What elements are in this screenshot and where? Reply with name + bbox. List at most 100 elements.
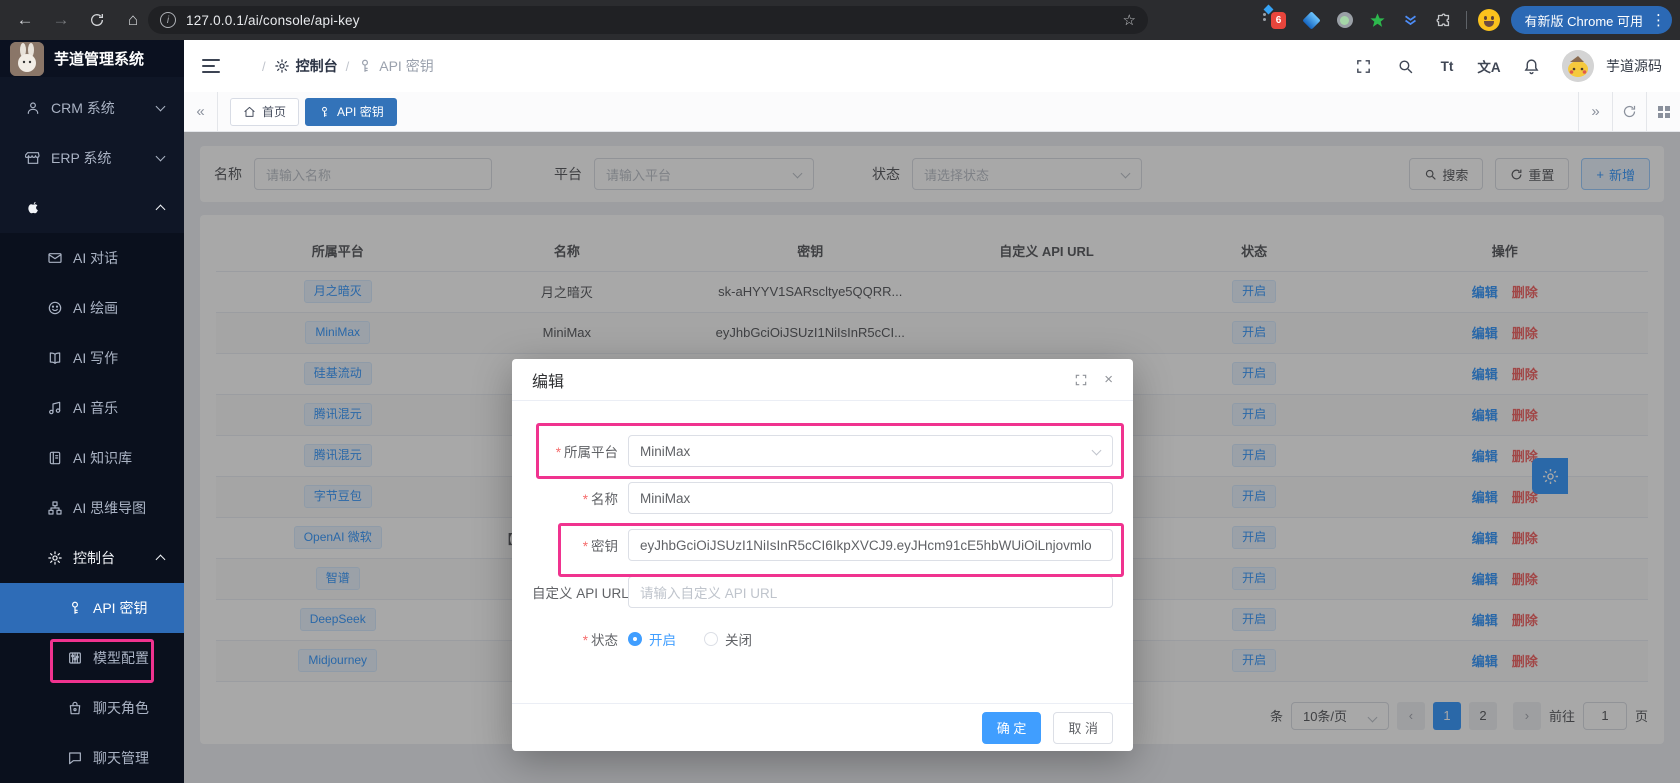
chevron-down-icon: [155, 101, 166, 112]
breadcrumb-item-apple[interactable]: [238, 58, 254, 74]
tabs-options-icon[interactable]: [1646, 92, 1680, 131]
sidebar-item-smile[interactable]: AI 绘画: [0, 283, 184, 333]
music-icon: [46, 400, 63, 416]
extension-blue-chevrons-icon[interactable]: [1400, 9, 1422, 31]
sidebar-item-label: AI 知识库: [73, 450, 133, 466]
url-text[interactable]: 127.0.0.1/ai/console/api-key: [186, 13, 1123, 28]
radio-on[interactable]: 开启: [628, 629, 676, 649]
chat-icon: [66, 750, 83, 766]
field-label: * 状态: [582, 633, 618, 648]
extension-gray-orb-icon[interactable]: [1334, 9, 1356, 31]
breadcrumb: / 控制台 / API 密钥: [238, 56, 1338, 76]
field-label: * 名称: [582, 492, 618, 507]
sidebar-item-store[interactable]: ERP 系统: [0, 133, 184, 183]
apple-icon: [238, 58, 254, 74]
sidebar-item-user[interactable]: CRM 系统: [0, 83, 184, 133]
sidebar-item-label: AI 写作: [73, 350, 119, 366]
extensions-puzzle-icon[interactable]: [1433, 9, 1455, 31]
sidebar-item-key[interactable]: API 密钥: [0, 583, 184, 633]
status-radio-group: 开启 关闭: [628, 623, 1113, 655]
home-icon: [243, 104, 256, 120]
tab-key[interactable]: API 密钥: [305, 97, 397, 126]
bookmark-star-icon[interactable]: ☆: [1123, 11, 1136, 29]
extension-green-star-icon[interactable]: [1367, 9, 1389, 31]
tab-home[interactable]: 首页: [230, 97, 300, 126]
browser-profile-avatar[interactable]: [1477, 9, 1500, 31]
chevron-up-icon: [155, 204, 166, 215]
browser-back-icon[interactable]: ←: [10, 5, 40, 35]
edit-dialog: 编辑 × * 所属平台 MiniMax * 名称 MiniMax * 密钥 eyJhbGciOi…: [512, 359, 1133, 751]
app-logo[interactable]: 芋道管理系统: [0, 40, 184, 77]
tabs-scroll-right-icon[interactable]: »: [1578, 92, 1612, 131]
sidebar: 芋道管理系统 CRM 系统 ERP 系统 AI 大模型 AI 对话 AI 绘画 AI 写作…: [0, 40, 184, 783]
username-label[interactable]: 芋道源码: [1606, 56, 1662, 76]
field-label: * 所属平台: [555, 445, 618, 460]
confirm-button[interactable]: 确 定: [981, 711, 1042, 744]
text-input[interactable]: MiniMax: [628, 482, 1113, 514]
sidebar-item-label: 模型配置: [93, 650, 149, 666]
sidebar-item-book[interactable]: AI 写作: [0, 333, 184, 383]
gear-icon: [46, 550, 63, 566]
breadcrumb-separator: /: [262, 58, 266, 74]
sidebar-item-abacus[interactable]: 模型配置: [0, 633, 184, 683]
required-asterisk: *: [555, 445, 561, 460]
key-icon: [318, 104, 331, 120]
gear-icon: [274, 58, 290, 74]
sidebar-item-chat[interactable]: 聊天管理: [0, 733, 184, 783]
breadcrumb-separator: /: [345, 58, 350, 74]
sidebar-item-bag[interactable]: 聊天角色: [0, 683, 184, 733]
sidebar-item-notebook[interactable]: AI 知识库: [0, 433, 184, 483]
required-asterisk: *: [582, 633, 588, 648]
tabs-refresh-icon[interactable]: [1612, 92, 1646, 131]
text-input[interactable]: eyJhbGciOiJSUzI1NiIsInR5cCI6IkpXVCJ9.eyJ…: [628, 529, 1113, 561]
smile-icon: [46, 300, 63, 316]
app-title: 芋道管理系统: [54, 51, 145, 68]
chrome-update-button[interactable]: 有新版 Chrome 可用 ⋮: [1510, 6, 1672, 34]
required-asterisk: *: [582, 539, 588, 554]
sidebar-item-label: 聊天管理: [93, 750, 149, 766]
browser-home-icon[interactable]: ⌂: [118, 5, 148, 35]
platform-select[interactable]: MiniMax: [628, 435, 1113, 467]
sidebar-item-music[interactable]: AI 音乐: [0, 383, 184, 433]
translate-icon[interactable]: 文A: [1472, 49, 1506, 83]
breadcrumb-item-gear[interactable]: 控制台: [274, 56, 338, 76]
user-icon: [24, 100, 41, 116]
sidebar-item-mail[interactable]: AI 对话: [0, 233, 184, 283]
radio-off[interactable]: 关闭: [704, 629, 752, 649]
address-bar[interactable]: i 127.0.0.1/ai/console/api-key ☆: [148, 6, 1148, 34]
bag-icon: [66, 700, 83, 716]
extension-red-badge-icon[interactable]: 6: [1262, 4, 1290, 31]
logo-image: [10, 41, 44, 76]
user-avatar[interactable]: [1562, 50, 1594, 82]
dialog-fullscreen-icon[interactable]: [1074, 373, 1088, 387]
notification-bell-icon[interactable]: [1514, 49, 1548, 83]
tab-bar: « 首页 API 密钥 »: [184, 92, 1680, 132]
search-icon[interactable]: [1388, 49, 1422, 83]
cancel-button[interactable]: 取 消: [1053, 711, 1113, 744]
chevron-down-icon: [1091, 445, 1102, 456]
sidebar-item-label: AI 对话: [73, 250, 119, 266]
tabs-scroll-left-icon[interactable]: «: [184, 92, 218, 131]
required-asterisk: *: [582, 492, 588, 507]
browser-menu-icon[interactable]: ⋮: [1651, 11, 1666, 29]
font-size-icon[interactable]: Tt: [1430, 49, 1464, 83]
field-label: 自定义 API URL: [532, 586, 629, 601]
browser-chrome: ← → ⌂ i 127.0.0.1/ai/console/api-key ☆ 6: [0, 0, 1680, 40]
apple-icon: AI 大模型: [24, 200, 41, 216]
browser-reload-icon[interactable]: [82, 5, 112, 35]
site-info-icon[interactable]: i: [160, 12, 176, 28]
text-input[interactable]: 请输入自定义 API URL: [628, 576, 1113, 608]
dialog-close-icon[interactable]: ×: [1104, 371, 1113, 388]
sidebar-item-label: CRM 系统: [51, 100, 115, 116]
toolbar-divider: [1465, 11, 1467, 29]
sidebar-item-sitemap[interactable]: AI 思维导图: [0, 483, 184, 533]
fullscreen-icon[interactable]: [1346, 49, 1380, 83]
breadcrumb-item-key[interactable]: API 密钥: [357, 56, 434, 76]
browser-forward-icon[interactable]: →: [46, 5, 76, 35]
book-icon: [46, 350, 63, 366]
sidebar-item-apple[interactable]: AI 大模型: [0, 183, 184, 233]
sidebar-item-gear[interactable]: 控制台: [0, 533, 184, 583]
extension-blue-kite-icon[interactable]: [1301, 9, 1323, 31]
sidebar-item-label: AI 音乐: [73, 400, 119, 416]
menu-collapse-icon[interactable]: [202, 59, 220, 73]
